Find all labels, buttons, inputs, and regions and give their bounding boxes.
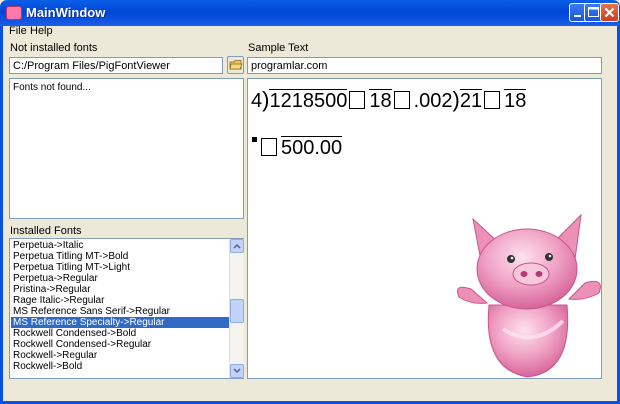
sample-text-label: Sample Text — [248, 42, 309, 54]
installed-fonts-label: Installed Fonts — [10, 225, 82, 237]
title-bar[interactable]: MainWindow — [0, 0, 620, 26]
scroll-down-button[interactable] — [230, 364, 244, 378]
menu-bar: File Help — [3, 25, 617, 41]
font-preview-area: 4)1218500 18.002)21 18 500.00 — [247, 78, 602, 379]
browse-folder-button[interactable] — [227, 56, 244, 74]
close-icon — [604, 7, 615, 18]
list-item[interactable]: Rockwell Condensed->Bold — [11, 328, 230, 339]
list-item[interactable]: MS Reference Specialty->Regular — [11, 317, 230, 328]
list-item[interactable]: Rockwell->Regular — [11, 350, 230, 361]
preview-fragment: 4 — [251, 90, 263, 112]
preview-line-1: 4)1218500 18.002)21 18 — [251, 87, 527, 112]
list-item[interactable]: Perpetua Titling MT->Bold — [11, 251, 230, 262]
menu-help[interactable]: Help — [30, 25, 53, 37]
list-item[interactable]: Perpetua->Italic — [11, 240, 230, 251]
chevron-up-icon — [233, 243, 241, 249]
preview-fragment: 500.00 — [281, 136, 343, 159]
pig-mascot-image — [457, 213, 601, 378]
not-installed-fonts-list[interactable]: Fonts not found... — [9, 78, 244, 219]
preview-fragment: 18 — [504, 89, 527, 112]
preview-fragment: .002 — [413, 90, 453, 112]
preview-line-2: 500.00 — [252, 136, 343, 160]
fonts-not-found-text: Fonts not found... — [13, 82, 91, 93]
list-item[interactable]: MS Reference Sans Serif->Regular — [11, 306, 230, 317]
installed-fonts-list[interactable]: Perpetua->Italic Perpetua Titling MT->Bo… — [9, 238, 244, 379]
list-item[interactable]: Perpetua->Regular — [11, 273, 230, 284]
list-item[interactable]: Rockwell->Bold — [11, 361, 230, 372]
sample-text-input[interactable]: programlar.com — [247, 57, 602, 74]
missing-glyph-box — [349, 91, 366, 109]
installed-fonts-scrollbar[interactable] — [229, 239, 244, 378]
not-installed-fonts-label: Not installed fonts — [10, 42, 98, 54]
menu-file[interactable]: File — [9, 25, 27, 37]
preview-fragment: 21 — [459, 89, 483, 112]
window-title: MainWindow — [26, 5, 106, 20]
close-button[interactable] — [600, 3, 619, 22]
list-item[interactable]: Perpetua Titling MT->Light — [11, 262, 230, 273]
missing-glyph-box — [484, 91, 501, 109]
app-icon — [6, 6, 22, 20]
missing-glyph-box — [261, 138, 277, 156]
chevron-down-icon — [233, 368, 241, 374]
list-item[interactable]: Pristina->Regular — [11, 284, 230, 295]
scroll-up-button[interactable] — [230, 239, 244, 253]
list-item[interactable]: Rockwell Condensed->Regular — [11, 339, 230, 350]
scroll-thumb[interactable] — [230, 299, 244, 323]
font-path-input[interactable]: C:/Program Files/PigFontViewer — [9, 57, 223, 74]
missing-glyph-box — [393, 91, 410, 109]
preview-fragment: 1218500 — [269, 89, 348, 112]
list-item[interactable]: Rage Italic->Regular — [11, 295, 230, 306]
window-frame-left — [0, 26, 3, 404]
folder-icon — [229, 60, 243, 70]
preview-fragment: 18 — [369, 89, 392, 112]
